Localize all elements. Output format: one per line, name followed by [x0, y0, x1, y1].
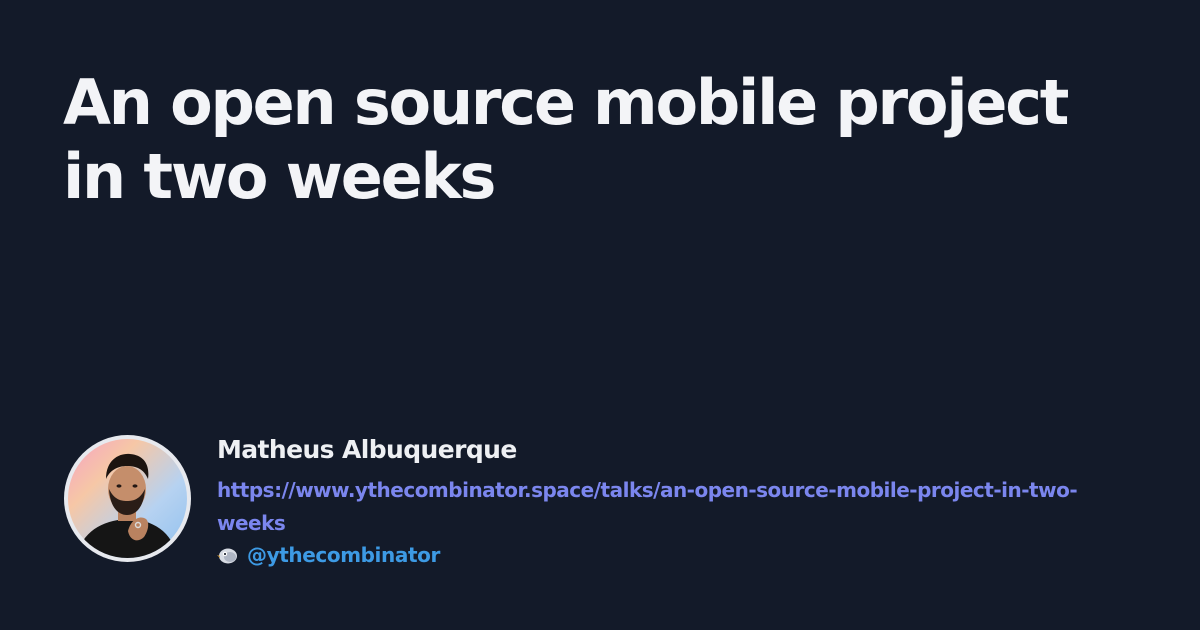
- author-handle-row[interactable]: @ythecombinator: [217, 539, 1117, 571]
- author-info: Matheus Albuquerque https://www.ythecomb…: [217, 435, 1117, 571]
- talk-url-link[interactable]: https://www.ythecombinator.space/talks/a…: [217, 474, 1117, 540]
- social-card: An open source mobile project in two wee…: [0, 0, 1200, 630]
- talk-title: An open source mobile project in two wee…: [63, 66, 1069, 213]
- avatar-photo: [68, 439, 187, 558]
- author-name: Matheus Albuquerque: [217, 435, 517, 464]
- author-avatar: [64, 435, 191, 562]
- person-silhouette-icon: [76, 453, 178, 558]
- bird-icon: [217, 545, 239, 565]
- author-block: Matheus Albuquerque https://www.ythecomb…: [64, 435, 1164, 567]
- author-handle[interactable]: @ythecombinator: [247, 540, 440, 570]
